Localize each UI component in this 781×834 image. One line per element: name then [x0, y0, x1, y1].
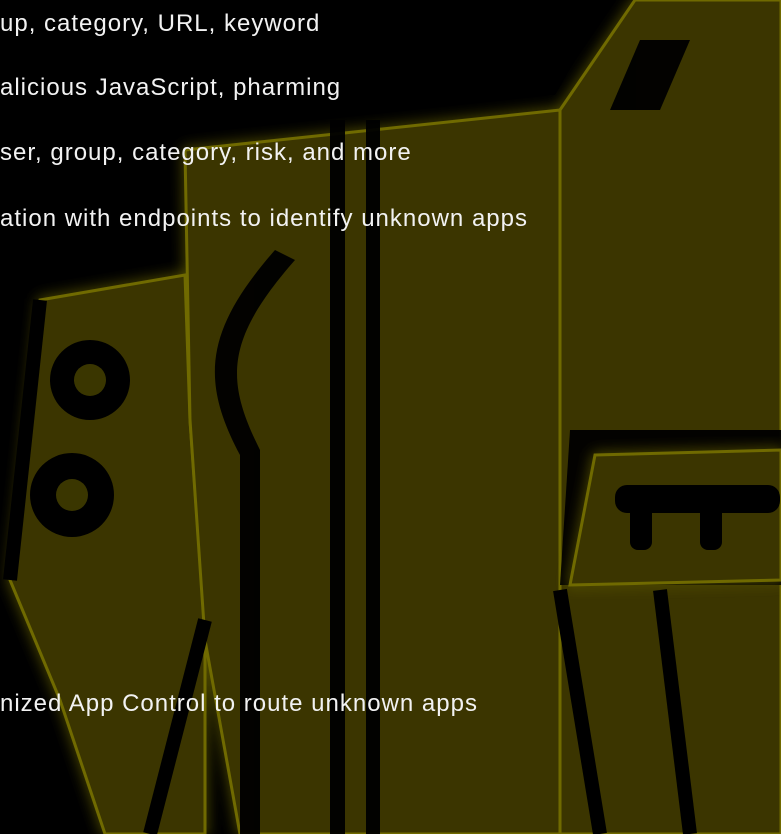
- feature-line-1: up, category, URL, keyword: [0, 10, 321, 37]
- feature-line-2: alicious JavaScript, pharming: [0, 74, 342, 101]
- feature-line-5: nized App Control to route unknown apps: [0, 690, 478, 717]
- feature-line-3: ser, group, category, risk, and more: [0, 139, 412, 166]
- slide-canvas: up, category, URL, keyword alicious Java…: [0, 0, 781, 834]
- feature-line-4: ation with endpoints to identify unknown…: [0, 205, 528, 232]
